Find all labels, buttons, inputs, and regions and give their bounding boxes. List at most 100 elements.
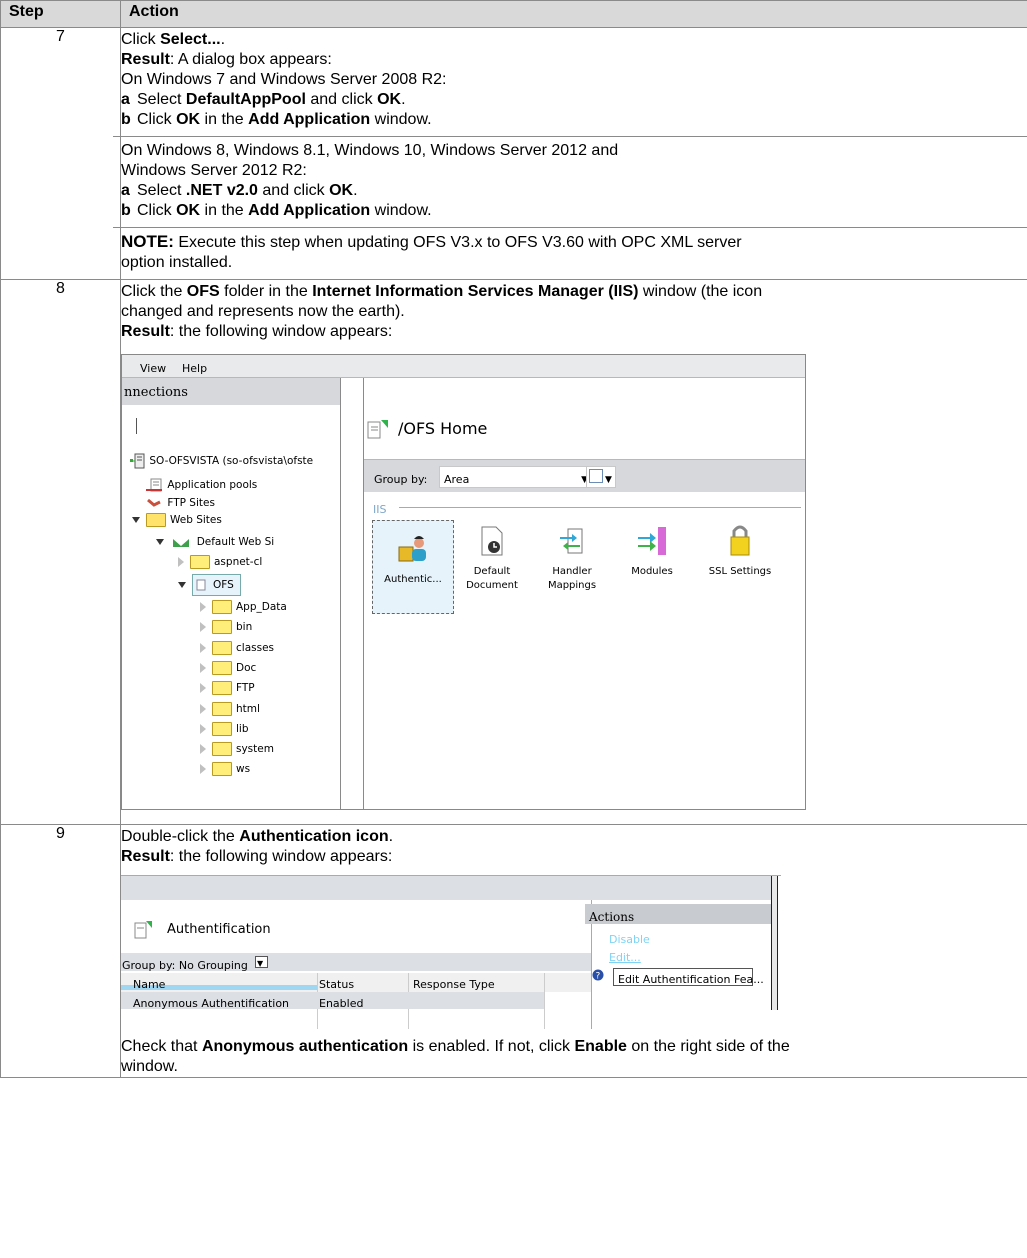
- web-site-icon: [173, 539, 190, 547]
- connections-header: nnections: [122, 378, 340, 405]
- folder-label: App_Data: [236, 601, 287, 613]
- tree-server[interactable]: SO-OFSVISTA (so-ofsvista\ofste: [130, 451, 313, 471]
- tree-folder[interactable]: FTP: [200, 678, 255, 698]
- folder-icon: [212, 721, 232, 736]
- authentication-icon: [398, 536, 426, 562]
- table-row: 7 Click Select.... Result: A dialog box …: [0, 27, 1027, 280]
- tree-default-web-site[interactable]: Default Web Si: [156, 532, 274, 552]
- folder-icon: [190, 555, 210, 569]
- home-title: /OFS Home: [398, 419, 488, 438]
- table-row: 8 Click the OFS folder in the Internet I…: [0, 279, 1027, 825]
- folder-icon: [212, 620, 232, 635]
- expand-arrow-icon[interactable]: [200, 683, 206, 694]
- row-name: Anonymous Authentification: [133, 997, 290, 1010]
- collapse-arrow-icon[interactable]: [178, 582, 186, 588]
- auth-main-pane: Authentification Group by: No Grouping ▼…: [121, 900, 592, 1029]
- step-number-7: 7: [0, 27, 121, 280]
- auth-table-header: Name Status Response Type: [121, 973, 591, 1029]
- expand-arrow-icon[interactable]: [200, 723, 206, 734]
- header-action: Action: [120, 0, 1027, 28]
- auth-topbar: [121, 876, 771, 900]
- folder-label: ws: [236, 763, 251, 776]
- folder-icon: [212, 681, 232, 696]
- expand-arrow-icon[interactable]: [200, 622, 206, 633]
- text-cursor: [136, 418, 137, 434]
- feature-authentication[interactable]: Authentic...: [372, 520, 454, 614]
- feature-handler-mappings[interactable]: Handler Mappings: [532, 525, 612, 593]
- feature-ssl-settings[interactable]: SSL Settings: [700, 523, 780, 579]
- ofs-web-icon: [196, 579, 206, 591]
- modules-icon: [638, 527, 666, 555]
- tree-folder[interactable]: bin: [200, 617, 252, 637]
- step-number-9: 9: [0, 824, 121, 1078]
- expand-arrow-icon[interactable]: [200, 642, 206, 653]
- step-action-8: Click the OFS folder in the Internet Inf…: [120, 279, 1027, 825]
- home-page-icon: [367, 420, 388, 439]
- tree-web-sites[interactable]: Web Sites: [132, 510, 222, 530]
- step7-block-win8: On Windows 8, Windows 8.1, Windows 10, W…: [113, 137, 1027, 228]
- table-row: 9 Double-click the Authentication icon. …: [0, 824, 1027, 1078]
- tree-folder[interactable]: ws: [200, 759, 250, 779]
- tree-folder[interactable]: lib: [200, 719, 249, 739]
- grid-view-icon: [589, 469, 603, 483]
- handler-mappings-icon: [560, 528, 583, 554]
- tree-folder[interactable]: Doc: [200, 658, 256, 678]
- folder-icon: [212, 660, 232, 675]
- view-toggle[interactable]: ▼: [586, 466, 616, 488]
- expand-arrow-icon[interactable]: [178, 557, 184, 567]
- step-action-7: Click Select.... Result: A dialog box ap…: [113, 27, 1027, 280]
- folder-label: FTP: [236, 682, 255, 695]
- step7-note: NOTE: Execute this step when updating OF…: [121, 232, 742, 271]
- menu-view[interactable]: View: [140, 359, 166, 379]
- group-by-label: Group by:: [374, 473, 428, 486]
- chevron-down-icon: ▼: [605, 475, 612, 485]
- folder-label: html: [236, 702, 260, 715]
- group-by-dropdown[interactable]: ▼: [255, 956, 268, 968]
- group-by-select[interactable]: Area ▼: [439, 466, 588, 488]
- iis-manager-screenshot: View Help nnections SO-OFSVISTA (so-ofsv…: [121, 354, 806, 810]
- help-icon: ?: [592, 969, 604, 981]
- menu-help[interactable]: Help: [182, 359, 207, 379]
- folder-icon: [212, 640, 232, 655]
- expand-arrow-icon[interactable]: [200, 764, 206, 775]
- action-edit[interactable]: Edit...: [609, 948, 641, 968]
- collapse-arrow-icon[interactable]: [156, 539, 164, 545]
- tree-folder[interactable]: classes: [200, 638, 274, 658]
- row-status: Enabled: [319, 997, 364, 1010]
- tree-aspnet[interactable]: aspnet-cl: [178, 552, 262, 572]
- pane-splitter[interactable]: [363, 378, 364, 809]
- folder-label: classes: [236, 641, 274, 654]
- feature-modules[interactable]: Modules: [612, 525, 692, 579]
- expand-arrow-icon[interactable]: [200, 744, 206, 755]
- group-by-bar: Group by: Area ▼ ▼: [364, 459, 805, 492]
- tree-ofs[interactable]: OFS: [178, 574, 241, 596]
- default-document-icon: [481, 526, 503, 556]
- tree-folder[interactable]: system: [200, 739, 274, 759]
- action-disable[interactable]: Disable: [609, 930, 650, 950]
- authentication-page-icon: [134, 921, 152, 939]
- tree-folder[interactable]: html: [200, 699, 260, 719]
- folder-icon: [212, 600, 232, 614]
- feature-default-document[interactable]: Default Document: [452, 525, 532, 593]
- expand-arrow-icon[interactable]: [200, 662, 206, 673]
- actions-pane: Actions Disable Edit... ? Edit Authentif…: [585, 904, 771, 1029]
- vertical-scrollbar[interactable]: [771, 876, 778, 1010]
- procedure-table: Step Action 7 Click Select.... Result: A…: [0, 0, 1027, 1078]
- folder-label: bin: [236, 621, 253, 634]
- iis-menubar: View Help: [122, 355, 805, 378]
- web-sites-folder-icon: [146, 513, 166, 527]
- edit-tooltip: Edit Authentification Fea...: [613, 968, 764, 986]
- tree-app-pools[interactable]: Application pools: [146, 475, 257, 495]
- server-icon: [130, 453, 145, 469]
- table-row[interactable]: Anonymous Authentification Enabled: [121, 992, 544, 1010]
- expand-arrow-icon[interactable]: [200, 703, 206, 714]
- app-pools-icon: [146, 478, 162, 492]
- folder-icon: [212, 762, 232, 777]
- tree-folder[interactable]: App_Data: [200, 597, 287, 617]
- expand-arrow-icon[interactable]: [200, 602, 206, 612]
- collapse-arrow-icon[interactable]: [132, 517, 140, 523]
- lock-icon: [730, 525, 750, 556]
- section-iis: IIS: [373, 503, 387, 516]
- auth-title: Authentification: [167, 922, 271, 937]
- header-step: Step: [0, 0, 121, 28]
